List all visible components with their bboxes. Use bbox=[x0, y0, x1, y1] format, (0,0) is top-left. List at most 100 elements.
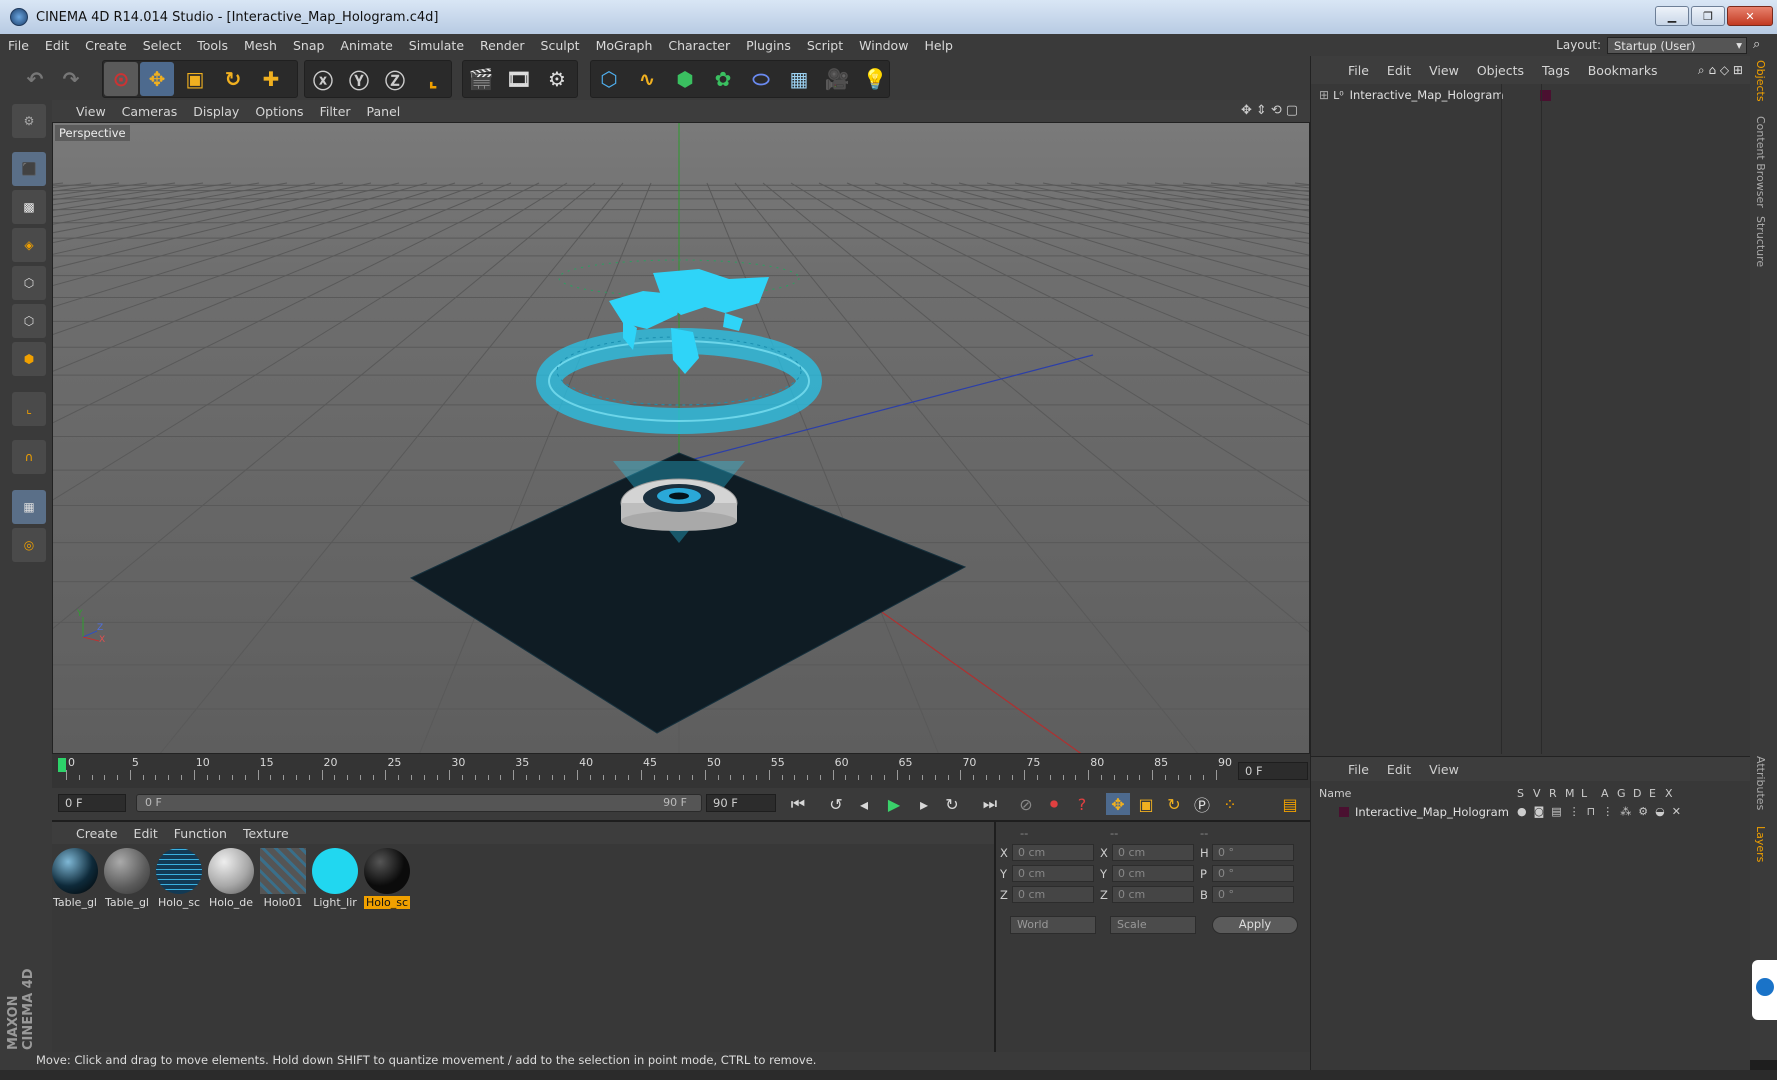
render-settings-icon[interactable]: ⚙ bbox=[540, 62, 574, 96]
end-frame-field[interactable]: 90 F bbox=[706, 794, 776, 812]
position-x-field[interactable]: 0 cm bbox=[1012, 844, 1094, 861]
menu-character[interactable]: Character bbox=[660, 38, 738, 53]
menu-create[interactable]: Create bbox=[77, 38, 135, 53]
layer-flag-toggles[interactable]: ●◙▤⋮⊓⋮⁂⚙◒✕ bbox=[1517, 805, 1688, 818]
rotate-tool-icon[interactable]: ↻ bbox=[216, 62, 250, 96]
position-y-field[interactable]: 0 cm bbox=[1012, 865, 1094, 882]
next-key-icon[interactable]: ↻ bbox=[940, 793, 964, 815]
spline-icon[interactable]: ∿ bbox=[630, 62, 664, 96]
menu-plugins[interactable]: Plugins bbox=[738, 38, 799, 53]
rotation-b-field[interactable]: 0 ° bbox=[1212, 886, 1294, 903]
next-frame-icon[interactable]: ▸ bbox=[912, 793, 936, 815]
layer-name[interactable]: Interactive_Map_Hologram bbox=[1355, 805, 1509, 819]
material-menu-texture[interactable]: Texture bbox=[235, 826, 297, 841]
viewport-menu-display[interactable]: Display bbox=[185, 104, 247, 119]
material-menu-function[interactable]: Function bbox=[166, 826, 235, 841]
menu-select[interactable]: Select bbox=[135, 38, 190, 53]
live-selection-icon[interactable]: ⊙ bbox=[104, 62, 138, 96]
rotation-h-field[interactable]: 0 ° bbox=[1212, 844, 1294, 861]
deformer-icon[interactable]: ⬭ bbox=[744, 62, 778, 96]
viewport-menu-cameras[interactable]: Cameras bbox=[114, 104, 186, 119]
position-z-field[interactable]: 0 cm bbox=[1012, 886, 1094, 903]
tab-content-browser[interactable]: Content Browser bbox=[1754, 116, 1767, 208]
render-view-icon[interactable]: 🎬 bbox=[464, 62, 498, 96]
menu-snap[interactable]: Snap bbox=[285, 38, 332, 53]
viewport-menu-view[interactable]: View bbox=[52, 104, 114, 119]
close-button[interactable]: ✕ bbox=[1727, 6, 1773, 26]
edges-mode-icon[interactable]: ⬡ bbox=[12, 304, 46, 338]
menu-tools[interactable]: Tools bbox=[189, 38, 236, 53]
timeline-ruler[interactable]: 0 5 10 15 20 25 30 35 40 45 50 55 60 65 70 75 80 85 90 0 F bbox=[52, 754, 1310, 788]
rotation-p-field[interactable]: 0 ° bbox=[1212, 865, 1294, 882]
material-swatch[interactable]: Table_gl bbox=[104, 848, 150, 909]
size-x-field[interactable]: 0 cm bbox=[1112, 844, 1194, 861]
layer-menu-edit[interactable]: Edit bbox=[1378, 762, 1420, 777]
layer-menu-file[interactable]: File bbox=[1339, 762, 1378, 777]
menu-edit[interactable]: Edit bbox=[37, 38, 77, 53]
play-icon[interactable]: ▶ bbox=[882, 793, 906, 815]
material-menu-edit[interactable]: Edit bbox=[126, 826, 166, 841]
timeline-window-icon[interactable]: ▤ bbox=[1278, 793, 1302, 815]
viewport-nav-icons[interactable]: ✥⇕⟲▢ bbox=[1241, 103, 1302, 118]
menu-mograph[interactable]: MoGraph bbox=[588, 38, 661, 53]
viewport-menu-filter[interactable]: Filter bbox=[312, 104, 359, 119]
array-icon[interactable]: ✿ bbox=[706, 62, 740, 96]
axis-mode-icon[interactable]: ⌞ bbox=[12, 392, 46, 426]
texture-mode-icon[interactable]: ▩ bbox=[12, 190, 46, 224]
playhead[interactable] bbox=[58, 758, 66, 772]
magnet-icon[interactable]: ∩ bbox=[12, 440, 46, 474]
menu-script[interactable]: Script bbox=[799, 38, 851, 53]
object-menu-file[interactable]: File bbox=[1339, 63, 1378, 78]
key-pla-icon[interactable]: ⁘ bbox=[1218, 793, 1242, 815]
layer-color-swatch[interactable] bbox=[1339, 807, 1349, 817]
teamviewer-tab[interactable] bbox=[1752, 960, 1777, 1020]
render-picture-viewer-icon[interactable]: 🎞 bbox=[502, 62, 536, 96]
key-scale-icon[interactable]: ▣ bbox=[1134, 793, 1158, 815]
x-axis-lock-icon[interactable]: ⓧ bbox=[306, 62, 340, 96]
z-axis-lock-icon[interactable]: Ⓩ bbox=[378, 62, 412, 96]
model-mode-icon[interactable]: ⬛ bbox=[12, 152, 46, 186]
menu-animate[interactable]: Animate bbox=[332, 38, 400, 53]
polygons-mode-icon[interactable]: ⬢ bbox=[12, 342, 46, 376]
search-icon[interactable]: ⌕ bbox=[1753, 37, 1769, 53]
object-menu-objects[interactable]: Objects bbox=[1468, 63, 1533, 78]
object-menu-view[interactable]: View bbox=[1420, 63, 1468, 78]
move-tool-icon[interactable]: ✥ bbox=[140, 62, 174, 96]
redo-icon[interactable]: ↷ bbox=[54, 62, 88, 96]
material-swatch-selected[interactable]: Holo_sc bbox=[364, 848, 410, 909]
start-frame-field[interactable]: 0 F bbox=[58, 794, 126, 812]
object-menu-tags[interactable]: Tags bbox=[1533, 63, 1579, 78]
material-swatch[interactable]: Holo_de bbox=[208, 848, 254, 909]
material-swatch[interactable]: Holo_sc bbox=[156, 848, 202, 909]
key-rotation-icon[interactable]: ↻ bbox=[1162, 793, 1186, 815]
object-menu-bookmarks[interactable]: Bookmarks bbox=[1579, 63, 1667, 78]
material-swatch[interactable]: Light_lir bbox=[312, 848, 358, 909]
floor-icon[interactable]: ▦ bbox=[782, 62, 816, 96]
key-param-icon[interactable]: Ⓟ bbox=[1190, 793, 1214, 815]
tab-layers[interactable]: Layers bbox=[1754, 826, 1767, 862]
key-position-icon[interactable]: ✥ bbox=[1106, 793, 1130, 815]
restore-button[interactable]: ❐ bbox=[1691, 6, 1725, 26]
tab-objects[interactable]: Objects bbox=[1754, 60, 1767, 102]
coordinate-space-select[interactable]: World bbox=[1010, 916, 1096, 934]
object-manager-toolbar-icons[interactable]: ⌕ ⌂ ◇ ⊞ bbox=[1698, 63, 1743, 78]
viewport-menu-panel[interactable]: Panel bbox=[359, 104, 409, 119]
record-objects-icon[interactable]: ⊘ bbox=[1014, 793, 1038, 815]
camera-icon[interactable]: 🎥 bbox=[820, 62, 854, 96]
layer-row[interactable]: Interactive_Map_Hologram ●◙▤⋮⊓⋮⁂⚙◒✕ bbox=[1311, 803, 1751, 821]
workplane-mode-icon[interactable]: ◈ bbox=[12, 228, 46, 262]
previous-key-icon[interactable]: ↺ bbox=[824, 793, 848, 815]
scale-tool-icon[interactable]: ▣ bbox=[178, 62, 212, 96]
size-z-field[interactable]: 0 cm bbox=[1112, 886, 1194, 903]
previous-frame-icon[interactable]: ◂ bbox=[852, 793, 876, 815]
material-swatch[interactable]: Table_gl bbox=[52, 848, 98, 909]
make-editable-icon[interactable]: ⚙ bbox=[12, 104, 46, 138]
viewport-menu-options[interactable]: Options bbox=[247, 104, 311, 119]
size-mode-select[interactable]: Scale bbox=[1110, 916, 1196, 934]
record-active-icon[interactable]: ⏺ bbox=[1042, 793, 1066, 815]
menu-mesh[interactable]: Mesh bbox=[236, 38, 285, 53]
light-icon[interactable]: 💡 bbox=[858, 62, 892, 96]
cube-icon[interactable]: ⬡ bbox=[592, 62, 626, 96]
lock-workplane-icon[interactable]: ▦ bbox=[12, 490, 46, 524]
menu-render[interactable]: Render bbox=[472, 38, 533, 53]
